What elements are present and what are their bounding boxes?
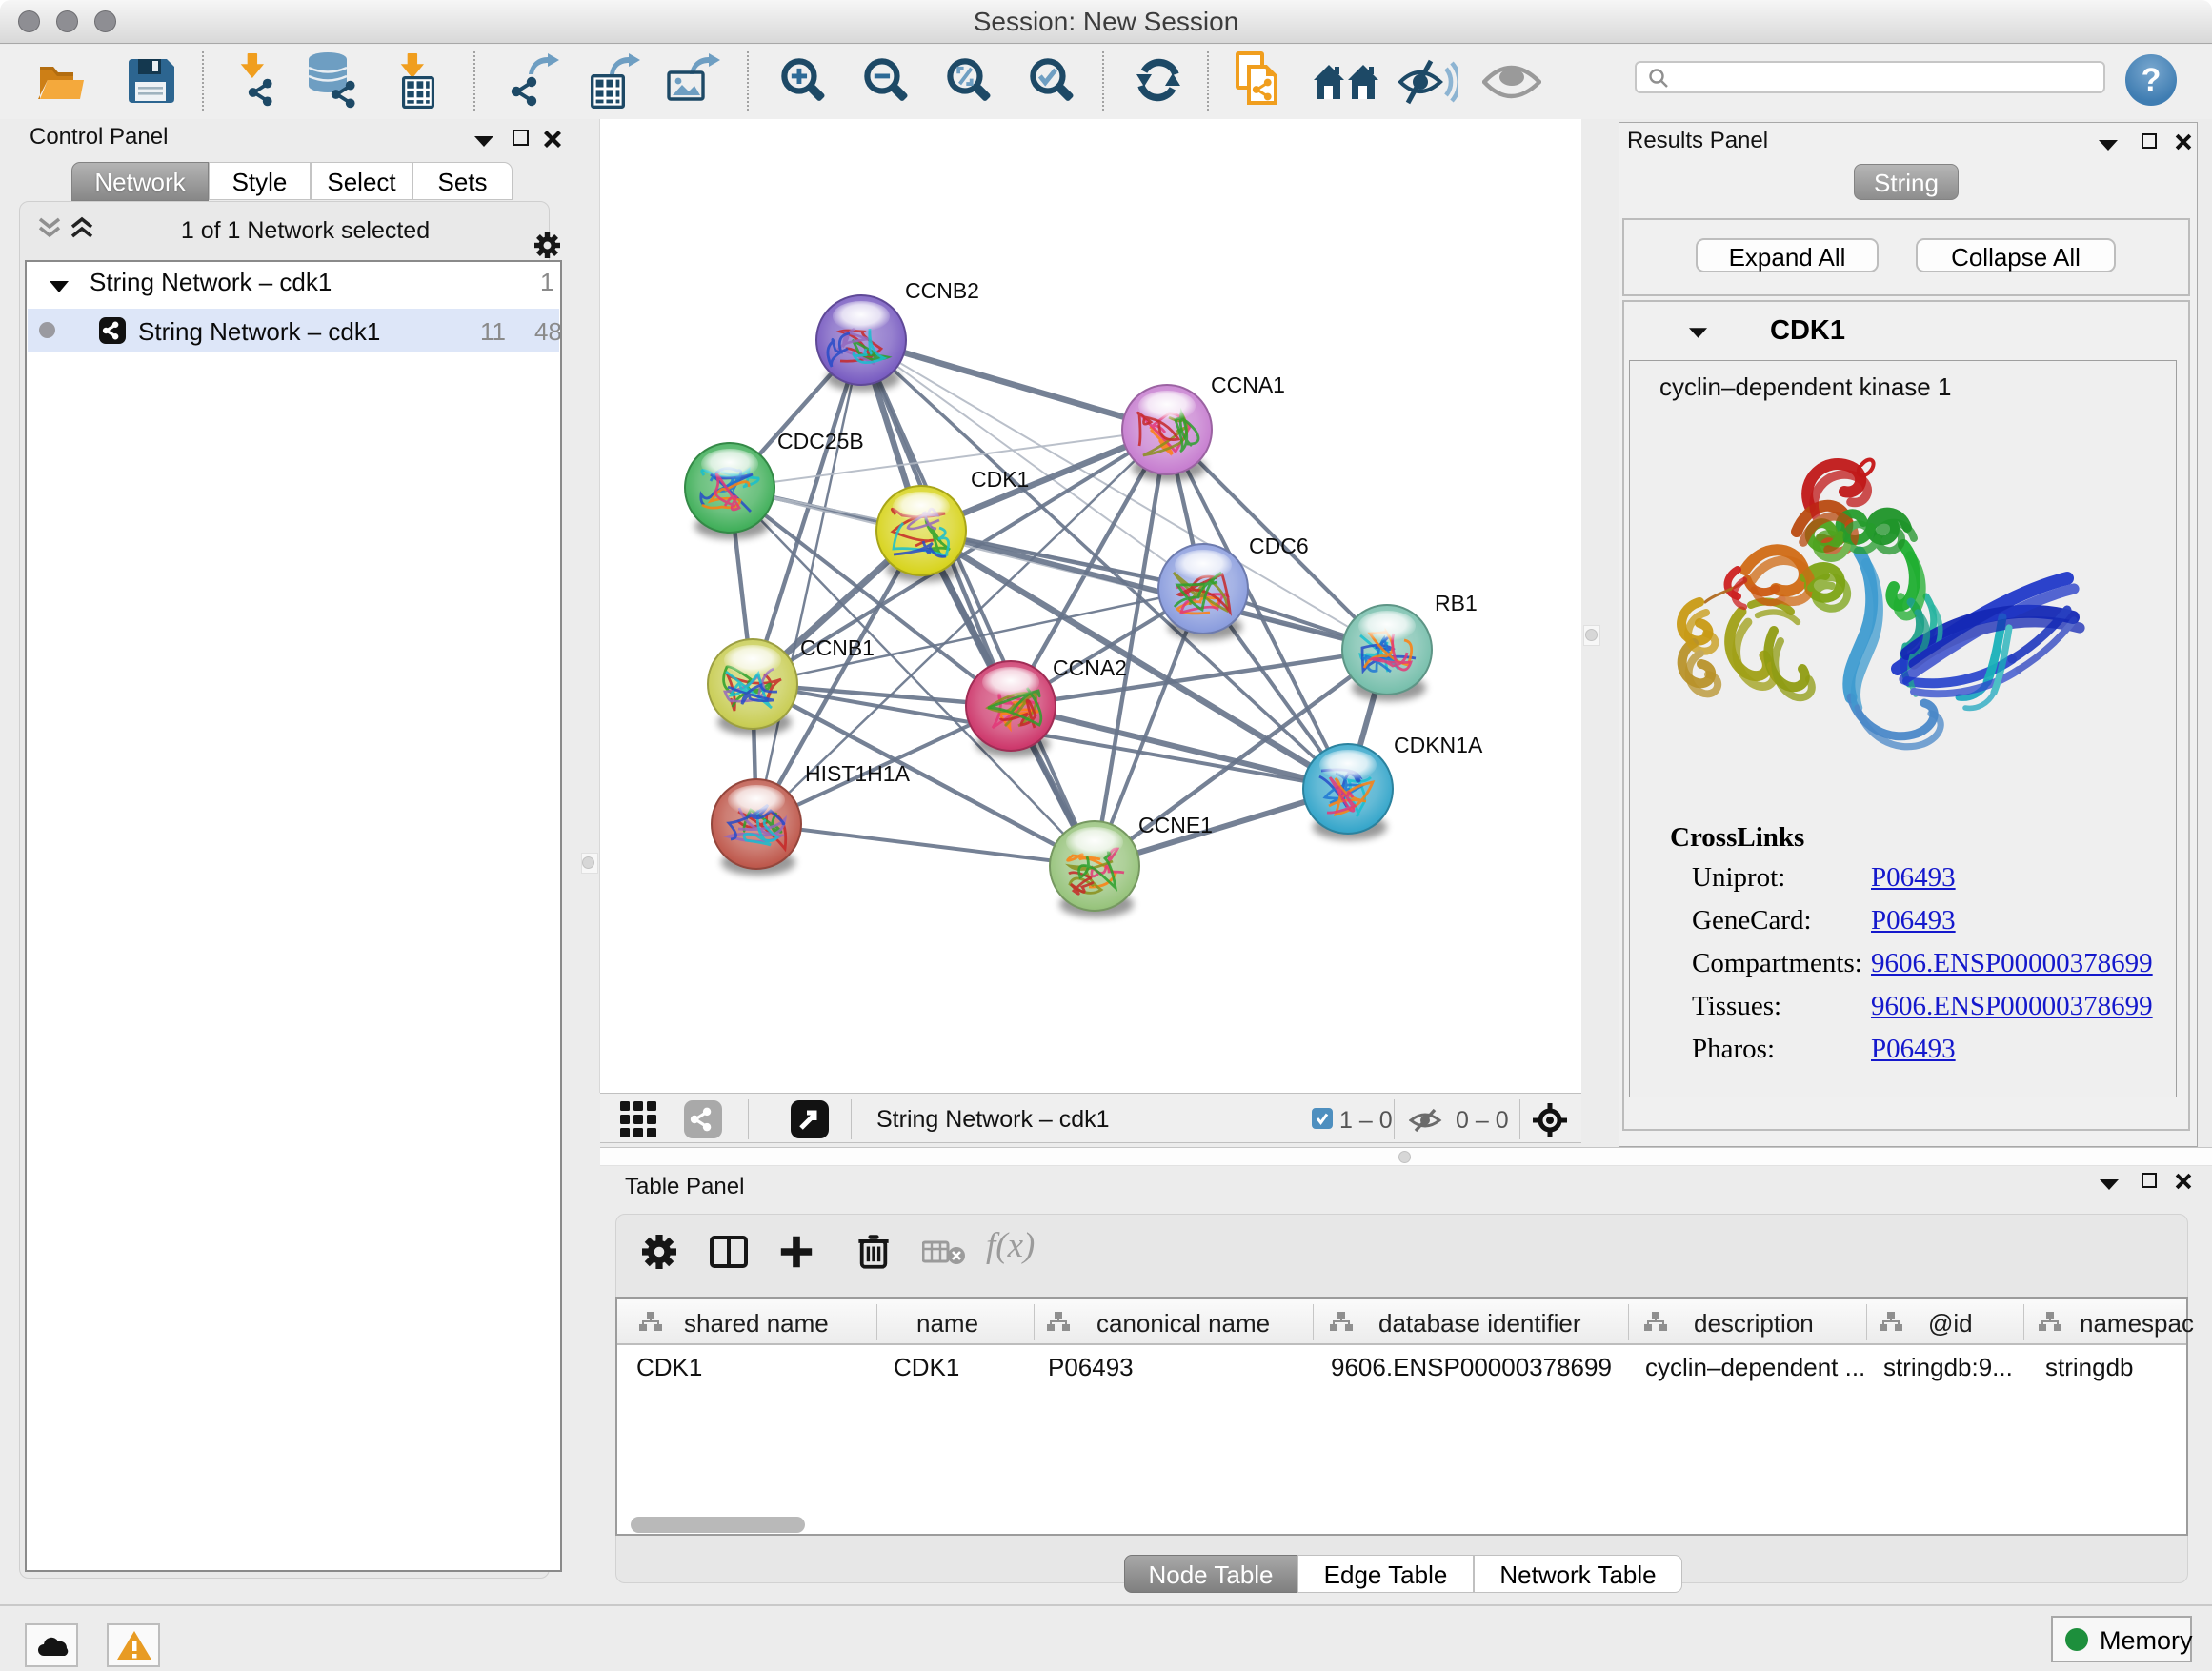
- svg-text:CDK1: CDK1: [971, 467, 1029, 492]
- svg-text:CCNA1: CCNA1: [1211, 372, 1285, 397]
- svg-text:CDC25B: CDC25B: [777, 429, 864, 453]
- svg-text:HIST1H1A: HIST1H1A: [805, 761, 911, 786]
- svg-text:CCNB2: CCNB2: [905, 278, 979, 303]
- svg-text:CDC6: CDC6: [1249, 534, 1309, 558]
- svg-text:RB1: RB1: [1435, 591, 1478, 615]
- svg-text:CCNB1: CCNB1: [800, 635, 875, 660]
- svg-text:CCNE1: CCNE1: [1138, 813, 1213, 837]
- svg-text:CDKN1A: CDKN1A: [1394, 733, 1483, 757]
- svg-text:CCNA2: CCNA2: [1053, 655, 1127, 680]
